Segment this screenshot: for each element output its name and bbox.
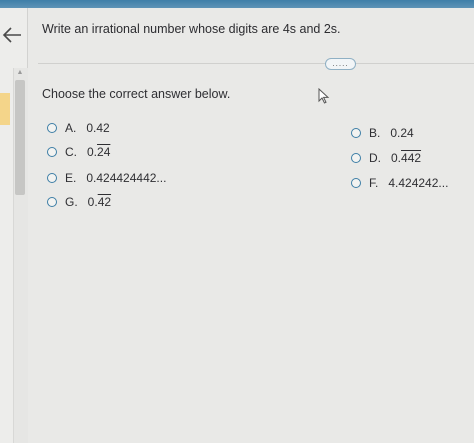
repeating-digits: 442 [401,151,422,165]
radio-button[interactable] [47,123,57,133]
option-b[interactable]: B. 0.24 [351,126,414,140]
option-letter: F. [369,176,379,190]
option-value: 0.42 [86,121,110,135]
option-letter: G. [65,195,78,209]
option-value: 0.442 [391,151,421,165]
option-g[interactable]: G. 0.42 [47,195,111,209]
radio-button[interactable] [47,173,57,183]
repeating-digits: 42 [97,195,112,209]
option-letter: E. [65,171,77,185]
radio-button[interactable] [47,147,57,157]
repeating-digits: 24 [97,145,111,159]
option-prefix: 0. [391,151,402,165]
option-f[interactable]: F. 4.424242... [351,176,448,190]
tab-marker [0,93,10,125]
scrollbar-thumb[interactable] [15,80,25,195]
radio-button[interactable] [351,128,361,138]
radio-button[interactable] [351,153,361,163]
option-a[interactable]: A. 0.42 [47,121,110,135]
back-arrow-icon[interactable] [1,24,23,46]
option-letter: B. [369,126,381,140]
expand-more-button[interactable]: ..... [325,58,356,70]
question-text: Write an irrational number whose digits … [42,22,341,36]
option-value: 4.424242... [388,176,449,190]
top-bar [0,0,474,8]
mouse-pointer-icon [318,88,330,104]
option-value: 0.42 [88,195,111,209]
option-letter: D. [369,151,381,165]
option-value: 0.424424442... [86,171,167,185]
option-prefix: 0. [87,195,98,209]
option-value: 0.24 [390,126,414,140]
option-letter: A. [65,121,77,135]
option-e[interactable]: E. 0.424424442... [47,171,166,185]
option-value: 0.24 [87,145,110,159]
option-letter: C. [65,145,77,159]
instruction-text: Choose the correct answer below. [42,87,231,101]
divider [38,63,474,64]
option-c[interactable]: C. 0.24 [47,145,110,159]
scroll-up-icon[interactable]: ▲ [15,68,25,78]
option-prefix: 0. [87,145,98,159]
option-d[interactable]: D. 0.442 [351,151,421,165]
radio-button[interactable] [47,197,57,207]
radio-button[interactable] [351,178,361,188]
